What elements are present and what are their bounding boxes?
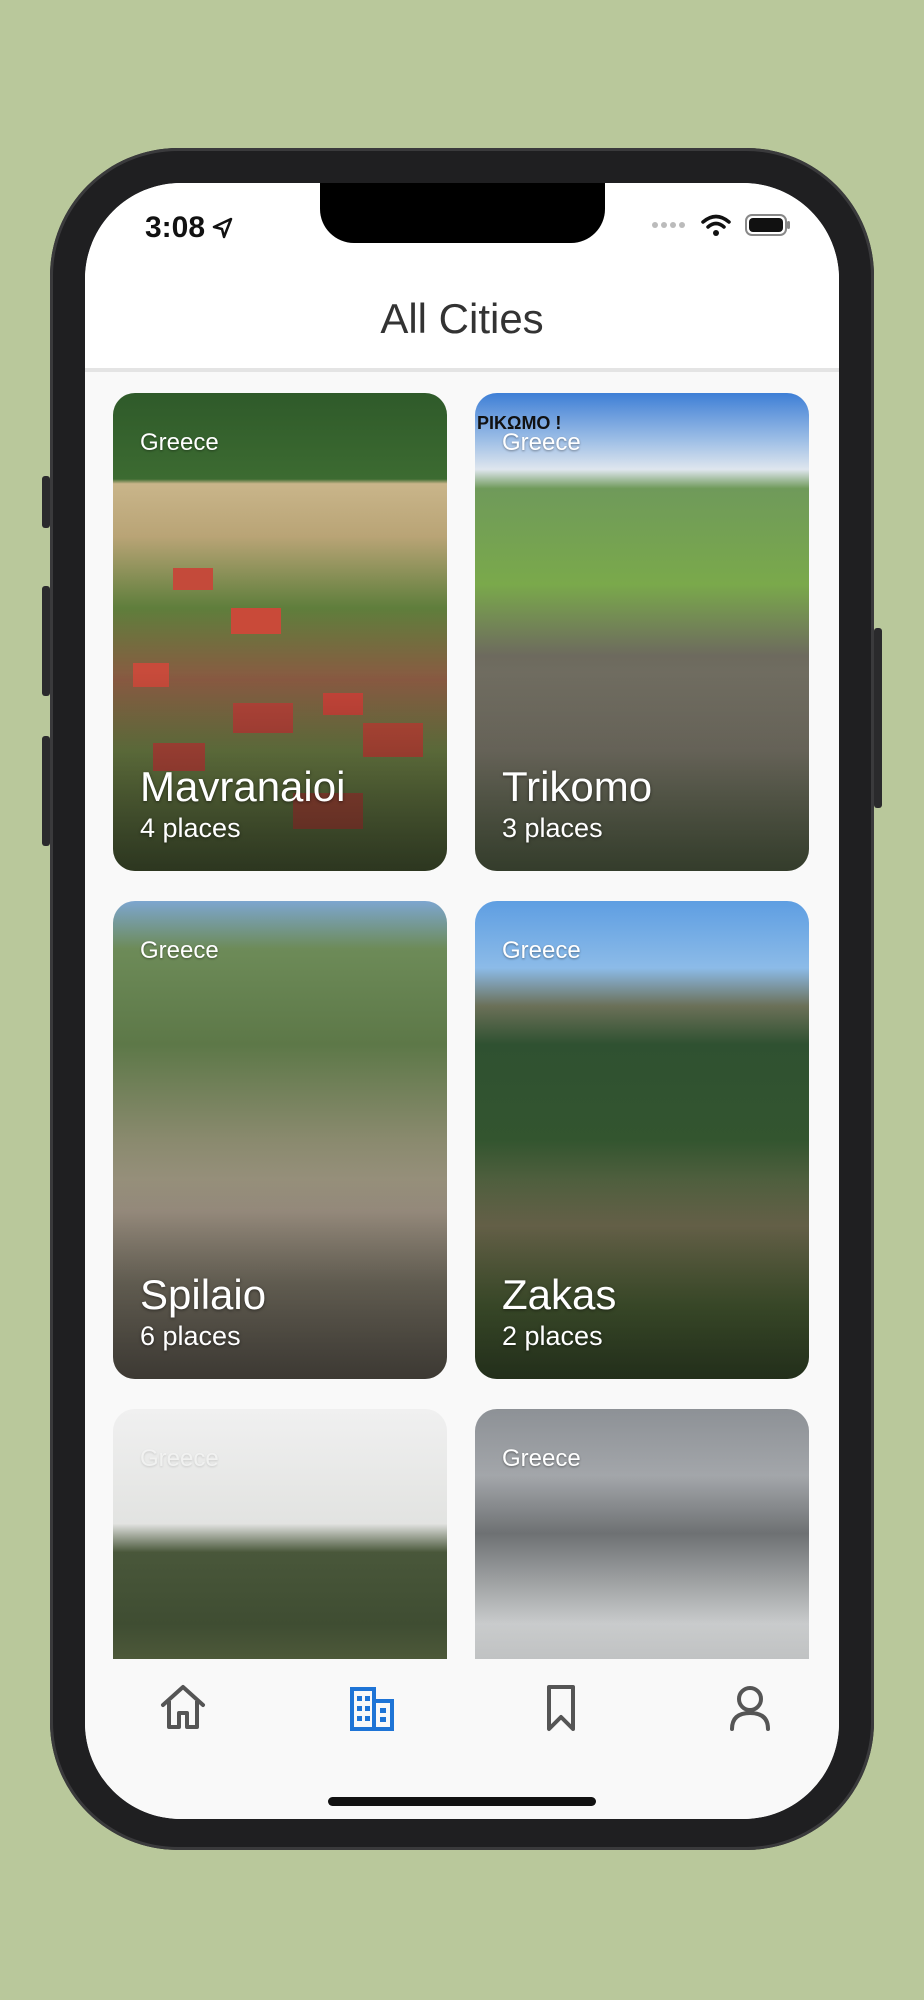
card-country: Greece (502, 429, 581, 456)
profile-icon (730, 1686, 770, 1731)
card-country: Greece (140, 429, 219, 456)
card-city-name: Spilaio (140, 1271, 267, 1318)
volume-down-button (42, 736, 50, 846)
card-country: Greece (140, 1445, 219, 1472)
card-city-name: Mavranaioi (140, 763, 346, 810)
home-indicator[interactable] (328, 1797, 596, 1806)
wifi-icon (701, 214, 731, 236)
city-card-5[interactable]: Greece (113, 1409, 447, 1659)
city-card-trikomo[interactable]: ΡΙΚΩΜΟ ! Greece Trikomo 3 places (475, 393, 809, 871)
city-grid: Greece Mavranaioi 4 places ΡΙΚΩΜΟ ! Gree… (85, 183, 839, 1659)
city-card-zakas[interactable]: Greece Zakas 2 places (475, 901, 809, 1379)
card-place-count: 6 places (140, 1321, 241, 1351)
card-place-count: 4 places (140, 813, 241, 843)
city-card-spilaio[interactable]: Greece Spilaio 6 places (113, 901, 447, 1379)
page-title: All Cities (380, 295, 544, 342)
tab-profile[interactable] (722, 1679, 782, 1739)
status-time: 3:08 (145, 211, 235, 245)
battery-icon (745, 214, 790, 236)
notch (320, 183, 605, 243)
mute-switch (42, 476, 50, 528)
home-icon (161, 1685, 205, 1729)
app-header: All Cities (85, 273, 839, 372)
volume-up-button (42, 586, 50, 696)
power-button (874, 628, 882, 808)
location-arrow-icon (212, 217, 233, 239)
tab-bar (85, 1659, 839, 1819)
status-bar: 3:08 (85, 183, 839, 273)
card-city-name: Zakas (502, 1271, 617, 1318)
app-screen: Greece Mavranaioi 4 places ΡΙΚΩΜΟ ! Gree… (85, 183, 839, 1819)
tab-home[interactable] (155, 1679, 215, 1739)
city-buildings-icon (350, 1687, 394, 1731)
city-card-6[interactable]: Greece (475, 1409, 809, 1659)
status-time-text: 3:08 (145, 211, 206, 244)
card-country: Greece (140, 937, 219, 964)
card-country: Greece (502, 937, 581, 964)
status-icons (651, 213, 791, 237)
city-card-mavranaioi[interactable]: Greece Mavranaioi 4 places (113, 393, 447, 871)
card-country: Greece (502, 1445, 581, 1472)
tab-cities[interactable] (344, 1679, 404, 1739)
card-place-count: 3 places (502, 813, 603, 843)
card-city-name: Trikomo (502, 763, 653, 810)
card-place-count: 2 places (502, 1321, 603, 1351)
tab-saved[interactable] (533, 1679, 593, 1739)
signal-dots-icon (652, 222, 685, 228)
bookmark-icon (547, 1685, 575, 1731)
